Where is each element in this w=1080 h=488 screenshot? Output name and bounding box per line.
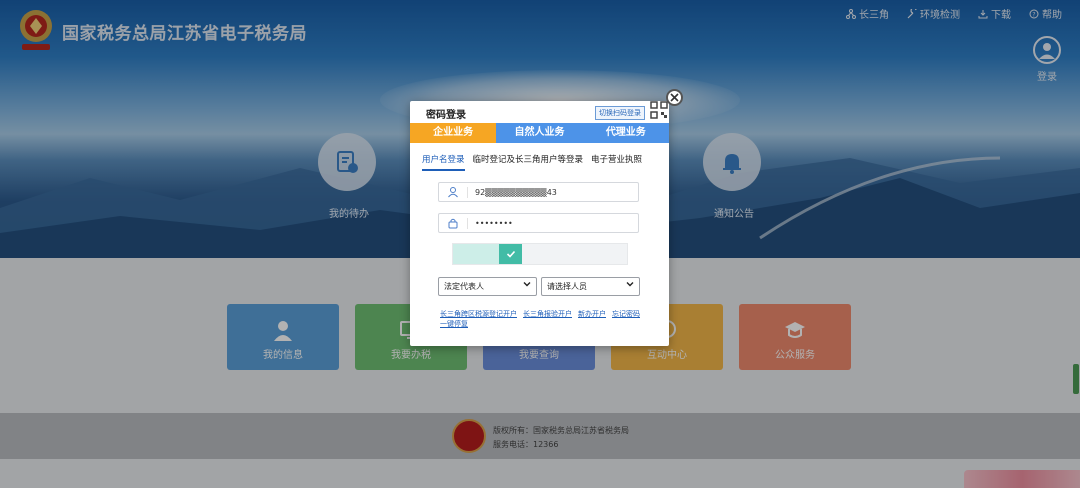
link-suspend-resume[interactable]: 一键停复 [440,320,468,328]
chevron-down-icon [626,282,634,287]
person-select[interactable]: 请选择人员 [541,277,640,296]
tab-business-license[interactable]: 电子营业执照 [591,153,642,171]
role-select-value: 法定代表人 [444,282,484,291]
login-method-tabs: 用户名登录 临时登记及长三角用户等登录 电子营业执照 [422,153,642,171]
qr-code-icon[interactable] [650,101,668,119]
checkmark-icon [506,250,515,258]
field-separator [467,218,468,229]
link-yangtze-cross-region[interactable]: 长三角跨区税源登记开户 [440,310,517,318]
switch-qr-login-button[interactable]: 切换扫码登录 [595,106,645,120]
slider-handle[interactable] [499,244,522,264]
link-forgot-password[interactable]: 忘记密码 [612,310,640,318]
username-field [438,182,639,202]
modal-header: 密码登录 切换扫码登录 [410,101,669,123]
password-field [438,213,639,233]
slider-captcha [452,243,628,265]
login-modal: 密码登录 切换扫码登录 企业业务 自然人业务 代理业务 用户名登录 临时登记及长… [410,101,669,346]
account-links: 长三角跨区税源登记开户 长三角报验开户 新办开户 忘记密码 一键停复 [440,309,650,329]
username-input[interactable] [475,185,635,199]
password-input[interactable] [475,216,635,230]
tab-temp-registration-login[interactable]: 临时登记及长三角用户等登录 [473,153,584,171]
person-select-value: 请选择人员 [547,282,587,291]
tab-username-login[interactable]: 用户名登录 [422,153,465,171]
tab-agent[interactable]: 代理业务 [582,123,669,143]
link-yangtze-inspection[interactable]: 长三角报验开户 [523,310,572,318]
role-select[interactable]: 法定代表人 [438,277,537,296]
close-modal-button[interactable] [666,89,683,106]
tab-enterprise[interactable]: 企业业务 [410,123,497,143]
close-icon [670,93,679,102]
user-icon [448,187,458,198]
lock-icon [448,218,458,229]
modal-title: 密码登录 [426,110,466,121]
slider-fill [453,244,499,264]
tab-natural-person[interactable]: 自然人业务 [496,123,583,143]
link-new-account[interactable]: 新办开户 [578,310,606,318]
chevron-down-icon [523,282,531,287]
business-type-tabs: 企业业务 自然人业务 代理业务 [410,123,669,143]
field-separator [467,187,468,198]
